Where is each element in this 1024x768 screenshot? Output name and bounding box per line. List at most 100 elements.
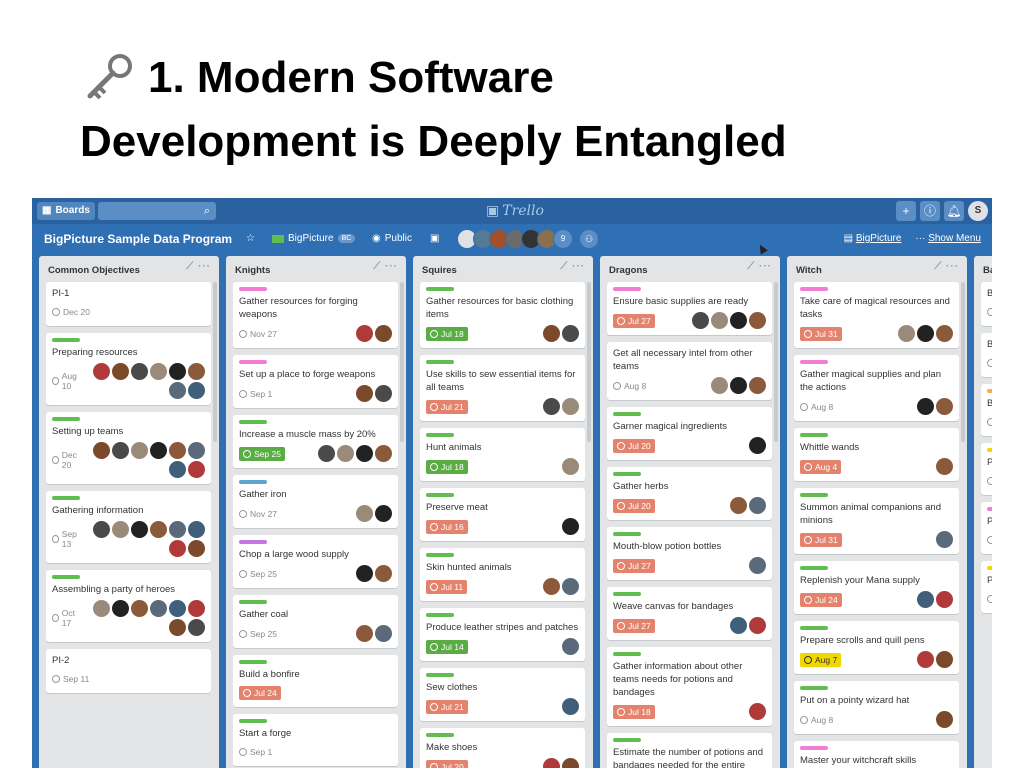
member-avatar[interactable] xyxy=(917,651,934,668)
card[interactable]: PI-2 Sep 11 xyxy=(46,649,211,693)
member-avatar[interactable] xyxy=(730,497,747,514)
member-avatar[interactable] xyxy=(188,600,205,617)
member-avatar[interactable] xyxy=(898,325,915,342)
member-avatar[interactable] xyxy=(562,325,579,342)
member-avatar[interactable] xyxy=(112,442,129,459)
list-menu-icon[interactable]: ⟋ ··· xyxy=(560,261,585,272)
card[interactable]: Garner magical ingredients Jul 20 xyxy=(607,407,772,460)
member-avatar[interactable] xyxy=(150,521,167,538)
card[interactable]: Preserve meat Jul 16 xyxy=(420,488,585,541)
card[interactable]: Increase a muscle mass by 20% Sep 25 xyxy=(233,415,398,468)
list-scrollbar[interactable] xyxy=(587,282,591,442)
star-icon[interactable]: ☆ xyxy=(246,233,255,244)
member-avatar[interactable] xyxy=(562,578,579,595)
list-0[interactable]: Common Objectives ⟋ ··· PI-1 Dec 20 Preparin… xyxy=(39,256,219,768)
card[interactable]: Setting up teams Dec 20 xyxy=(46,412,211,484)
board-members[interactable]: 9 ⚇ xyxy=(457,229,599,249)
list-menu-icon[interactable]: ⟋ ··· xyxy=(934,261,959,272)
member-avatar[interactable] xyxy=(749,497,766,514)
member-avatar[interactable] xyxy=(730,377,747,394)
member-avatar[interactable] xyxy=(936,531,953,548)
card[interactable]: Whittle wands Aug 4 xyxy=(794,428,959,481)
list-title[interactable]: Common Objectives xyxy=(48,265,140,276)
card[interactable]: Gather resources for basic clothing item… xyxy=(420,282,585,348)
member-avatar[interactable] xyxy=(188,442,205,459)
member-avatar[interactable] xyxy=(375,385,392,402)
card[interactable]: Gather information about other teams nee… xyxy=(607,647,772,726)
card[interactable]: PI-1 Dec 20 xyxy=(46,282,211,326)
member-avatar[interactable] xyxy=(749,312,766,329)
member-avatar[interactable] xyxy=(337,445,354,462)
card[interactable]: Get all necessary intel from other teams… xyxy=(607,342,772,400)
member-avatar[interactable] xyxy=(131,600,148,617)
member-avatar[interactable] xyxy=(562,758,579,768)
member-avatar[interactable] xyxy=(150,600,167,617)
member-avatar[interactable] xyxy=(131,442,148,459)
member-avatar[interactable] xyxy=(93,442,110,459)
list-4[interactable]: Witch ⟋ ··· Take care of magical resources… xyxy=(787,256,967,768)
card[interactable]: Start a forge Sep 1 xyxy=(233,714,398,766)
member-avatar[interactable] xyxy=(562,638,579,655)
card[interactable]: Preparing resources Aug 10 xyxy=(46,333,211,405)
team-button[interactable]: BigPicture BC xyxy=(272,233,356,244)
members-count[interactable]: 9 xyxy=(553,229,573,249)
list-title[interactable]: Knights xyxy=(235,265,270,276)
list-title[interactable]: Dragons xyxy=(609,265,648,276)
member-avatar[interactable] xyxy=(749,377,766,394)
powerup-button[interactable]: ▤ BigPicture xyxy=(844,233,902,244)
member-avatar[interactable] xyxy=(188,521,205,538)
member-avatar[interactable] xyxy=(169,363,186,380)
member-avatar[interactable] xyxy=(150,363,167,380)
list-3[interactable]: Dragons ⟋ ··· Ensure basic supplies are re… xyxy=(600,256,780,768)
member-avatar[interactable] xyxy=(375,325,392,342)
member-avatar[interactable] xyxy=(711,312,728,329)
card[interactable]: Hunt animals Jul 18 xyxy=(420,428,585,481)
list-menu-icon[interactable]: ⟋ ··· xyxy=(373,261,398,272)
search-input[interactable]: ⌕ xyxy=(98,202,216,220)
member-avatar[interactable] xyxy=(169,461,186,478)
trello-logo[interactable]: ▣ Trello xyxy=(486,202,544,220)
member-avatar[interactable] xyxy=(562,698,579,715)
card[interactable]: Use skills to sew essential items for al… xyxy=(420,355,585,421)
card[interactable]: Set up a place to forge weapons Sep 1 xyxy=(233,355,398,408)
list-scrollbar[interactable] xyxy=(774,282,778,442)
card[interactable]: Chop a large wood supply Sep 25 xyxy=(233,535,398,588)
list-menu-icon[interactable]: ⟋ ··· xyxy=(186,261,211,272)
list-title[interactable]: Squires xyxy=(422,265,457,276)
member-avatar[interactable] xyxy=(543,325,560,342)
member-avatar[interactable] xyxy=(93,521,110,538)
member-avatar[interactable] xyxy=(936,325,953,342)
boards-button[interactable]: ▦ Boards xyxy=(37,202,95,220)
list-title[interactable]: Witch xyxy=(796,265,822,276)
card[interactable]: Summon animal companions and minions Jul … xyxy=(794,488,959,554)
member-avatar[interactable] xyxy=(356,385,373,402)
info-icon[interactable]: ⓘ xyxy=(920,201,940,221)
member-avatar[interactable] xyxy=(543,578,560,595)
member-avatar[interactable] xyxy=(375,505,392,522)
card[interactable]: Gather herbs Jul 20 xyxy=(607,467,772,520)
member-avatar[interactable] xyxy=(318,445,335,462)
member-avatar[interactable] xyxy=(543,398,560,415)
member-avatar[interactable] xyxy=(562,398,579,415)
card[interactable]: Put on a pointy wizard hat Aug 8 xyxy=(794,681,959,734)
list-menu-icon[interactable]: ⟋ ··· xyxy=(747,261,772,272)
card[interactable]: Gathering information Sep 13 xyxy=(46,491,211,563)
card[interactable]: Pu xyxy=(981,561,992,613)
member-avatar[interactable] xyxy=(562,458,579,475)
card[interactable]: Bu xyxy=(981,333,992,377)
member-avatar[interactable] xyxy=(356,445,373,462)
member-avatar[interactable] xyxy=(692,312,709,329)
card[interactable]: Produce leather stripes and patches Jul 1… xyxy=(420,608,585,661)
member-avatar[interactable] xyxy=(188,619,205,636)
member-avatar[interactable] xyxy=(356,625,373,642)
member-avatar[interactable] xyxy=(936,711,953,728)
member-avatar[interactable] xyxy=(749,437,766,454)
member-avatar[interactable] xyxy=(188,382,205,399)
list-title[interactable]: Ba xyxy=(983,265,992,276)
card[interactable]: Pu en xyxy=(981,502,992,554)
lock-icon[interactable]: ▣ xyxy=(430,233,439,244)
member-avatar[interactable] xyxy=(730,617,747,634)
member-avatar[interactable] xyxy=(711,377,728,394)
visibility-button[interactable]: ◉ Public xyxy=(372,233,412,244)
add-icon[interactable]: + xyxy=(896,201,916,221)
